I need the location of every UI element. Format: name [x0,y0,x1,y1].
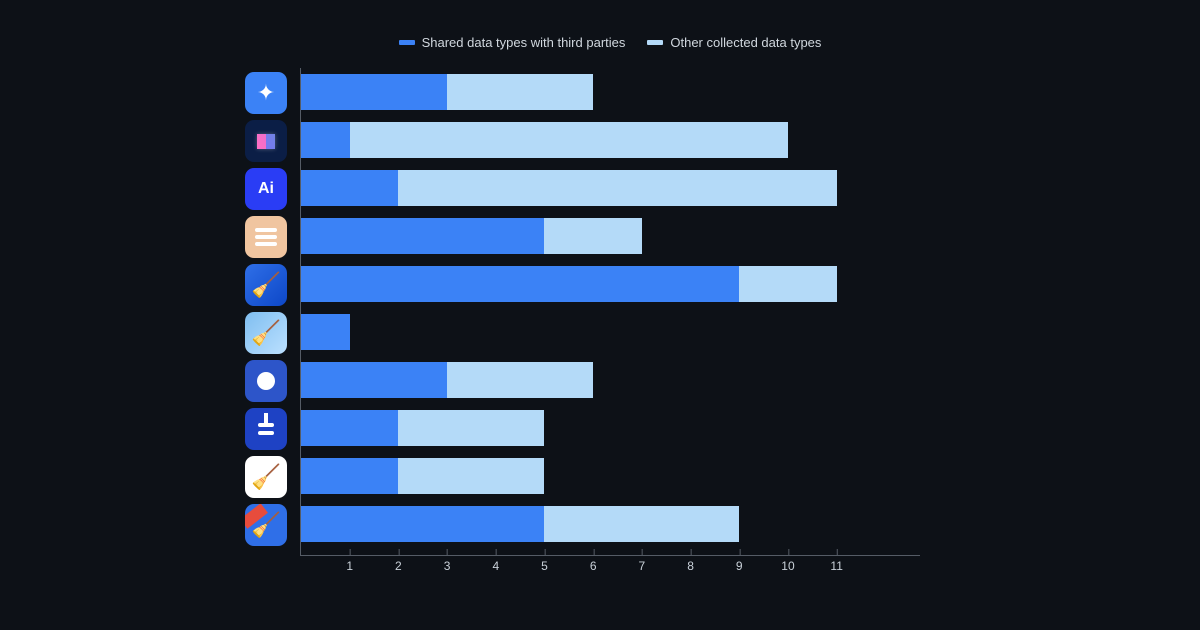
stacked-bar [301,122,788,158]
x-tick: 8 [687,559,694,573]
chart-row: 🧹 [301,500,920,548]
bar-segment-other [447,74,593,110]
x-tick: 4 [492,559,499,573]
recycle-icon [245,120,287,162]
bar-segment-shared [301,218,544,254]
chart-row: 🧹 [301,308,920,356]
chart-row [301,404,920,452]
sparkle-icon [245,72,287,114]
plot-area: 1234567891011 Ai🧹🧹🧹🧹 [300,68,920,556]
chart-row: 🧹 [301,260,920,308]
bar-segment-other [398,410,544,446]
bar-segment-shared [301,314,350,350]
stack-icon [245,216,287,258]
x-tick: 9 [736,559,743,573]
stacked-bar [301,506,739,542]
stacked-bar [301,314,350,350]
x-tick: 3 [444,559,451,573]
x-tick: 7 [639,559,646,573]
x-tick: 11 [830,559,842,573]
legend: Shared data types with third parties Oth… [300,35,920,50]
broom-banner-icon: 🧹 [245,504,287,546]
chart-row: Ai [301,164,920,212]
bar-segment-other [544,218,641,254]
chart-row [301,212,920,260]
x-axis: 1 2 3 4 5 6 7 8 9 10 11 [301,559,920,579]
bar-segment-shared [301,74,447,110]
broom-white-icon: 🧹 [245,456,287,498]
stacked-bar [301,410,544,446]
stacked-bar [301,74,593,110]
legend-item-other: Other collected data types [647,35,821,50]
bar-segment-shared [301,458,398,494]
bar-segment-other [544,506,739,542]
chart-row [301,116,920,164]
legend-swatch-other [647,40,663,45]
chart-container: Shared data types with third parties Oth… [300,35,920,556]
bar-segment-shared [301,362,447,398]
x-tick: 1 [346,559,353,573]
legend-swatch-shared [399,40,415,45]
bar-segment-other [398,170,836,206]
chart-row [301,356,920,404]
legend-label-shared: Shared data types with third parties [422,35,626,50]
x-tick: 5 [541,559,548,573]
stacked-bar [301,218,642,254]
chart-row [301,68,920,116]
ai-icon: Ai [245,168,287,210]
bar-segment-other [447,362,593,398]
x-tick: 6 [590,559,597,573]
broom-icon: 🧹 [245,264,287,306]
legend-item-shared: Shared data types with third parties [399,35,626,50]
bar-segment-shared [301,266,739,302]
bar-segment-shared [301,170,398,206]
bar-segment-shared [301,122,350,158]
bar-segment-other [398,458,544,494]
legend-label-other: Other collected data types [670,35,821,50]
bar-segment-shared [301,410,398,446]
bar-segment-other [350,122,788,158]
bar-segment-other [739,266,836,302]
broom-light-icon: 🧹 [245,312,287,354]
stacked-bar [301,458,544,494]
stacked-bar [301,362,593,398]
stacked-bar [301,170,837,206]
bar-segment-shared [301,506,544,542]
brush-icon [245,408,287,450]
stacked-bar [301,266,837,302]
x-tick: 10 [781,559,794,573]
chart-row: 🧹 [301,452,920,500]
robot-icon [245,360,287,402]
x-tick: 2 [395,559,402,573]
